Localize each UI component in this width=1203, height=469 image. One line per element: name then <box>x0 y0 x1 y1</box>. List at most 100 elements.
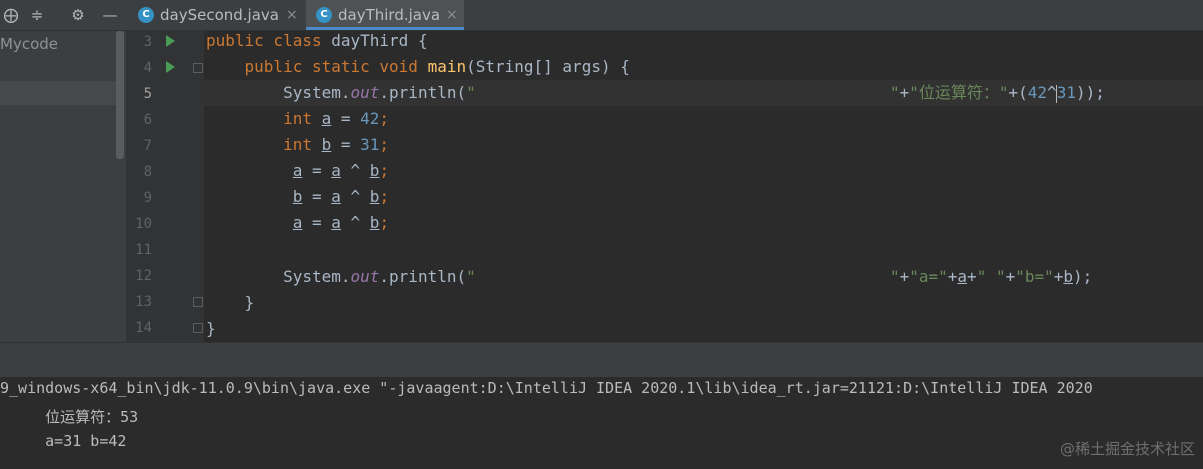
operator: + <box>899 83 910 102</box>
operator: = <box>302 187 332 206</box>
line-number: 4 <box>143 60 152 76</box>
number-literal: 31 <box>1056 83 1076 102</box>
editor-tab-bar: ⨁ ≑ ⚙ — C daySecond.java × C dayThird.ja… <box>0 0 1203 31</box>
variable: a <box>331 213 341 232</box>
line-number: 5 <box>143 86 152 102</box>
operator: + <box>947 267 958 286</box>
variable: b <box>369 213 380 232</box>
operator: ^ <box>340 187 370 206</box>
run-toolbar <box>0 343 1203 377</box>
method-args: (String[] args) { <box>466 57 630 76</box>
keyword: public class <box>206 31 322 50</box>
println-call: .println( <box>379 267 467 286</box>
variable: a <box>331 187 341 206</box>
line-number: 3 <box>143 34 152 50</box>
line-number: 12 <box>135 268 152 284</box>
number-literal: 42 <box>1027 83 1048 102</box>
variable: b <box>292 187 303 206</box>
variable: a <box>957 267 968 286</box>
semicolon: ; <box>379 187 390 206</box>
brace: } <box>244 293 255 312</box>
out-field: out <box>350 267 380 286</box>
semicolon: ; <box>379 135 390 154</box>
string-literal: "a=" <box>909 267 948 286</box>
string-literal: " " <box>466 267 900 286</box>
operator: ^ <box>340 161 370 180</box>
scrollbar[interactable] <box>116 31 124 159</box>
console-command-line: 9_windows-x64_bin\jdk-11.0.9\bin\java.ex… <box>0 379 1093 397</box>
keyword: int <box>283 135 312 154</box>
code-line-12[interactable]: System.out.println(" "+"a="+a+" "+"b="+b… <box>206 264 1092 290</box>
semicolon: ; <box>379 161 390 180</box>
method-name: main <box>427 57 467 76</box>
code-line-10[interactable]: a = a ^ b; <box>206 210 389 236</box>
println-call: .println( <box>379 83 467 102</box>
gear-icon[interactable]: ⚙ <box>68 5 88 25</box>
operator: +( <box>1008 83 1028 102</box>
code-line-4[interactable]: public static void main(String[] args) { <box>206 54 630 80</box>
run-icon[interactable] <box>166 61 175 73</box>
keyword: public static void <box>244 57 418 76</box>
variable: b <box>369 187 380 206</box>
project-label[interactable]: Mycode <box>0 35 58 53</box>
close-icon[interactable]: × <box>286 0 298 30</box>
operator: = <box>302 213 332 232</box>
line-number: 10 <box>135 216 152 232</box>
code-line-14[interactable]: } <box>206 316 216 342</box>
collapse-icon[interactable]: ≑ <box>27 5 47 25</box>
brace: } <box>206 319 216 338</box>
operator: ^ <box>340 213 370 232</box>
run-icon[interactable] <box>166 35 175 47</box>
fold-icon[interactable] <box>193 63 203 73</box>
number-literal: 31 <box>360 135 380 154</box>
operator: + <box>1005 267 1016 286</box>
project-panel: Mycode <box>0 31 126 342</box>
operator: = <box>331 109 361 128</box>
semicolon: ; <box>379 109 390 128</box>
line-number: 13 <box>135 294 152 310</box>
variable: b <box>369 161 380 180</box>
code-line-3[interactable]: public class dayThird { <box>206 28 428 54</box>
line-number: 14 <box>135 320 152 336</box>
line-number: 9 <box>143 190 152 206</box>
line-number: 8 <box>143 164 152 180</box>
keyword: int <box>283 109 312 128</box>
operator: = <box>302 161 332 180</box>
variable: a <box>321 109 332 128</box>
line-number: 11 <box>135 242 152 258</box>
tab-label: dayThird.java <box>338 6 441 24</box>
tab-daysecond[interactable]: C daySecond.java × <box>128 0 304 30</box>
console-output-line: a=31 b=42 <box>0 432 127 450</box>
statement-end: )); <box>1075 83 1105 102</box>
code-line-5[interactable]: System.out.println(" "+"位运算符："+(42^31)); <box>206 80 1105 106</box>
close-icon[interactable]: × <box>446 0 458 30</box>
system-ref: System. <box>283 83 351 102</box>
fold-icon[interactable] <box>193 323 203 333</box>
java-class-icon: C <box>316 7 332 23</box>
target-icon[interactable]: ⨁ <box>1 5 21 25</box>
semicolon: ; <box>379 213 390 232</box>
statement-end: ); <box>1073 267 1093 286</box>
variable: a <box>292 161 303 180</box>
class-name: dayThird <box>331 31 409 50</box>
string-literal: " " <box>466 83 900 102</box>
code-line-9[interactable]: b = a ^ b; <box>206 184 389 210</box>
string-literal: " " <box>976 267 1006 286</box>
java-class-icon: C <box>138 7 154 23</box>
variable: a <box>331 161 341 180</box>
string-literal: "位运算符：" <box>909 83 1009 102</box>
code-line-6[interactable]: int a = 42; <box>206 106 389 132</box>
variable: b <box>1063 267 1074 286</box>
code-line-8[interactable]: a = a ^ b; <box>206 158 389 184</box>
fold-icon[interactable] <box>193 297 203 307</box>
minimize-icon[interactable]: — <box>100 5 120 25</box>
brace: { <box>417 31 428 50</box>
code-line-7[interactable]: int b = 31; <box>206 132 389 158</box>
console-output-line: 位运算符：53 <box>0 408 139 426</box>
line-number: 7 <box>143 138 152 154</box>
operator: + <box>1053 267 1064 286</box>
tab-label: daySecond.java <box>160 6 279 24</box>
selected-tree-row[interactable] <box>0 81 116 105</box>
tab-daythird[interactable]: C dayThird.java × <box>306 0 464 30</box>
code-line-13[interactable]: } <box>206 290 255 316</box>
